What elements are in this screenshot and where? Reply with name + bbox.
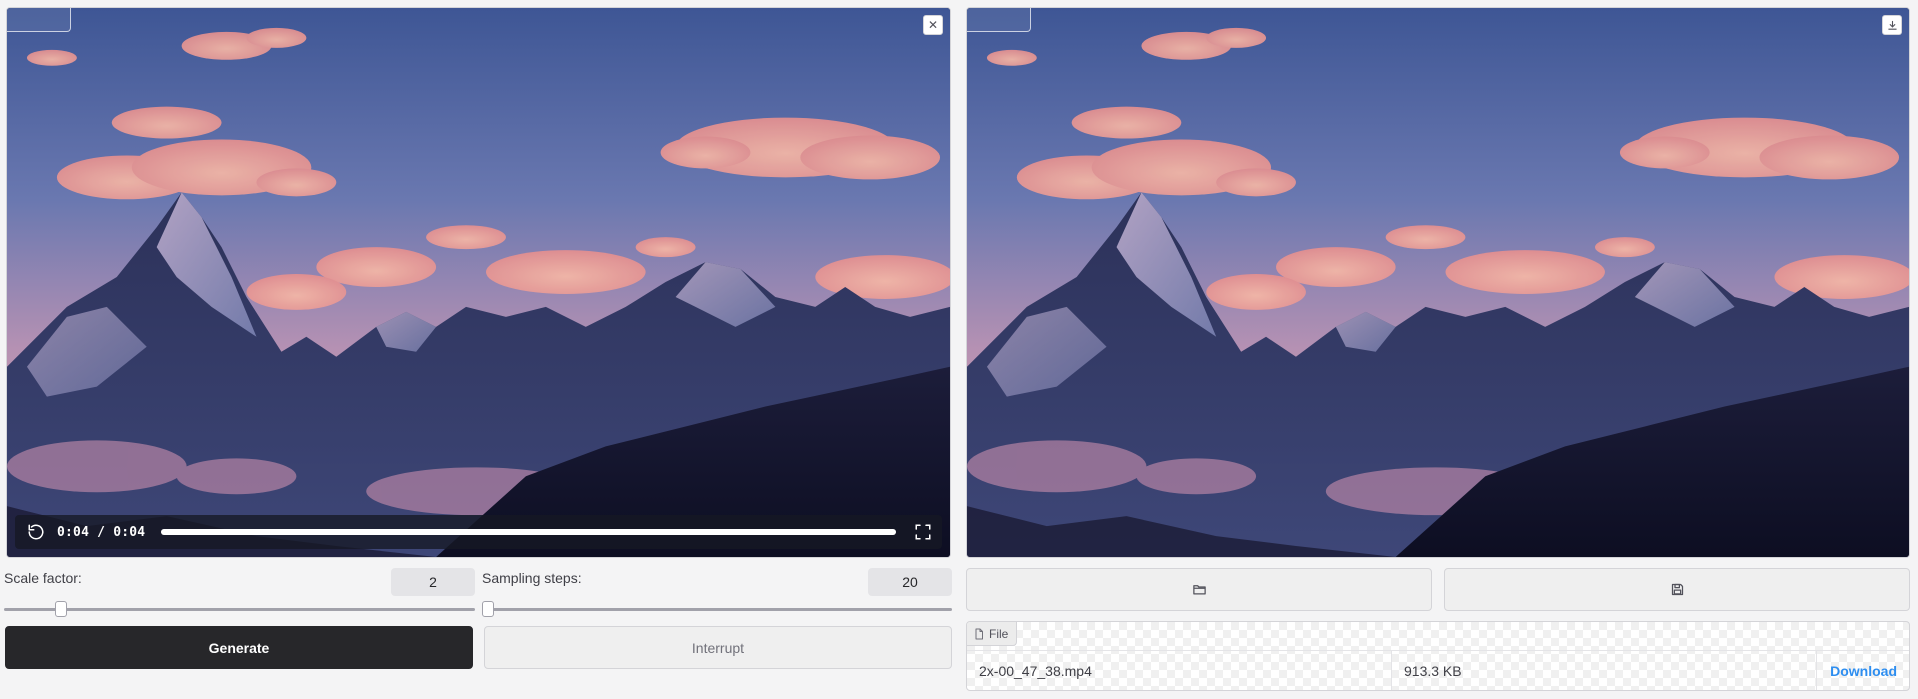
file-icon [975,628,983,639]
folder-icon [1192,585,1206,595]
close-icon: ✕ [927,18,939,32]
fullscreen-icon [915,524,931,540]
panel-label-tab [967,8,1031,32]
interrupt-button[interactable]: Interrupt [484,626,952,669]
output-file-list: File 2x-00_47_38.mp4 913.3 KB Download [966,621,1910,691]
app-root: ✕ 0:04 / 0:04 Scale factor: 2 Sampling s… [0,0,1918,699]
download-link[interactable]: Download [1830,663,1897,679]
sampling-steps-input[interactable]: 20 [868,568,952,596]
sampling-steps-thumb[interactable] [482,601,494,617]
file-size: 913.3 KB [1404,662,1462,679]
generate-button[interactable]: Generate [5,626,473,669]
sampling-steps-control: Sampling steps: 20 [482,566,952,617]
video-progress-fill [161,529,896,535]
video-progress-bar[interactable] [161,529,896,535]
download-output-button[interactable] [1882,15,1902,35]
clear-video-button[interactable]: ✕ [923,15,943,35]
output-video-preview [966,7,1910,558]
file-tag-label: File [989,626,1009,641]
time-separator: / [97,524,106,540]
duration: 0:04 [113,524,146,540]
scale-factor-control: Scale factor: 2 [4,566,475,617]
scale-factor-label: Scale factor: [4,570,82,586]
panel-label-tab [7,8,71,32]
file-download-cell: Download [1817,651,1909,690]
scale-factor-input[interactable]: 2 [391,568,475,596]
input-video-player[interactable]: ✕ 0:04 / 0:04 [6,7,951,558]
file-row: 2x-00_47_38.mp4 913.3 KB Download [967,650,1909,690]
save-icon [1671,583,1683,596]
save-button[interactable] [1444,568,1910,611]
file-tag: File [967,622,1018,646]
file-name-cell: 2x-00_47_38.mp4 [967,651,1392,690]
open-folder-button[interactable] [966,568,1432,611]
replay-button[interactable] [25,521,47,543]
file-size-cell: 913.3 KB [1392,651,1817,690]
fullscreen-button[interactable] [912,521,934,543]
video-frame-image [7,8,950,557]
output-frame-image [967,8,1909,557]
video-time-display: 0:04 / 0:04 [57,525,145,540]
sampling-steps-label: Sampling steps: [482,570,582,586]
video-controls-bar: 0:04 / 0:04 [15,515,942,549]
download-icon [1887,20,1897,30]
scale-factor-track[interactable] [4,608,475,611]
sampling-steps-track[interactable] [482,608,952,611]
scale-factor-thumb[interactable] [54,601,67,617]
current-time: 0:04 [57,524,90,540]
file-name: 2x-00_47_38.mp4 [979,662,1092,679]
replay-icon [28,524,44,540]
